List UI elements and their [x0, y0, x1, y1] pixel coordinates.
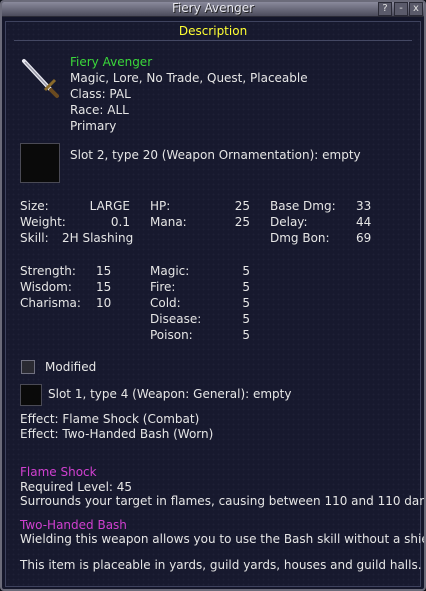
strength-value: 15: [96, 264, 112, 278]
weight-value: 0.1: [110, 215, 130, 229]
tab-description[interactable]: Description: [14, 24, 412, 39]
spell-two-handed-bash-desc: Wielding this weapon allows you to use t…: [20, 532, 426, 546]
poison-label: Poison:: [150, 328, 193, 342]
aug-slot-2-text: Slot 2, type 20 (Weapon Ornamentation): …: [70, 148, 361, 162]
dmg-bon-value: 69: [356, 231, 372, 245]
weight-label: Weight:: [20, 215, 66, 229]
wisdom-value: 15: [96, 280, 112, 294]
charisma-value: 10: [96, 296, 112, 310]
base-dmg-label: Base Dmg:: [270, 199, 336, 213]
spell-flame-shock-name: Flame Shock: [20, 465, 97, 479]
cold-value: 5: [242, 296, 250, 310]
size-value: LARGE: [89, 199, 130, 213]
base-dmg-value: 33: [356, 199, 372, 213]
spell-flame-shock-desc: Surrounds your target in flames, causing…: [20, 494, 426, 508]
effect-1: Effect: Flame Shock (Combat): [20, 412, 200, 426]
charisma-label: Charisma:: [20, 296, 81, 310]
dmg-bon-label: Dmg Bon:: [270, 231, 330, 245]
aug-slot-1-text: Slot 1, type 4 (Weapon: General): empty: [48, 387, 292, 401]
poison-value: 5: [242, 328, 250, 342]
magic-label: Magic:: [150, 264, 190, 278]
item-class: Class: PAL: [70, 87, 131, 101]
effect-2: Effect: Two-Handed Bash (Worn): [20, 427, 214, 441]
mana-value: 25: [234, 215, 250, 229]
window-title: Fiery Avenger: [171, 1, 255, 15]
placeable-note: This item is placeable in yards, guild y…: [20, 558, 422, 572]
item-slot: Primary: [70, 119, 117, 133]
fire-label: Fire:: [150, 280, 176, 294]
description-panel: Description Fiery Avenger Magic, Lore, N…: [5, 21, 424, 587]
aug-slot-1-box[interactable]: [20, 384, 42, 406]
magic-value: 5: [242, 264, 250, 278]
item-flags: Magic, Lore, No Trade, Quest, Placeable: [70, 71, 308, 85]
disease-label: Disease:: [150, 312, 202, 326]
help-button[interactable]: ?: [378, 2, 392, 16]
strength-label: Strength:: [20, 264, 76, 278]
spell-flame-shock-req: Required Level: 45: [20, 480, 133, 494]
close-button[interactable]: x: [409, 2, 423, 16]
wisdom-label: Wisdom:: [20, 280, 72, 294]
modified-label: Modified: [45, 360, 97, 374]
hp-value: 25: [234, 199, 250, 213]
skill-value: 2H Slashing: [62, 231, 134, 245]
cold-label: Cold:: [150, 296, 181, 310]
item-race: Race: ALL: [70, 103, 129, 117]
delay-value: 44: [356, 215, 372, 229]
spell-two-handed-bash-name: Two-Handed Bash: [20, 518, 127, 532]
sword-icon: [18, 55, 62, 99]
modified-checkbox[interactable]: [21, 360, 35, 374]
disease-value: 5: [242, 312, 250, 326]
skill-label: Skill:: [20, 231, 49, 245]
item-name: Fiery Avenger: [70, 55, 153, 69]
title-bar[interactable]: Fiery Avenger ? - x: [2, 2, 424, 17]
size-label: Size:: [20, 199, 49, 213]
hp-label: HP:: [150, 199, 171, 213]
divider: [14, 40, 412, 41]
delay-label: Delay:: [270, 215, 308, 229]
aug-slot-2-box[interactable]: [20, 143, 60, 183]
fire-value: 5: [242, 280, 250, 294]
mana-label: Mana:: [150, 215, 187, 229]
item-display-window: Fiery Avenger ? - x Description Fiery Av…: [0, 0, 426, 591]
minimize-button[interactable]: -: [394, 2, 408, 16]
